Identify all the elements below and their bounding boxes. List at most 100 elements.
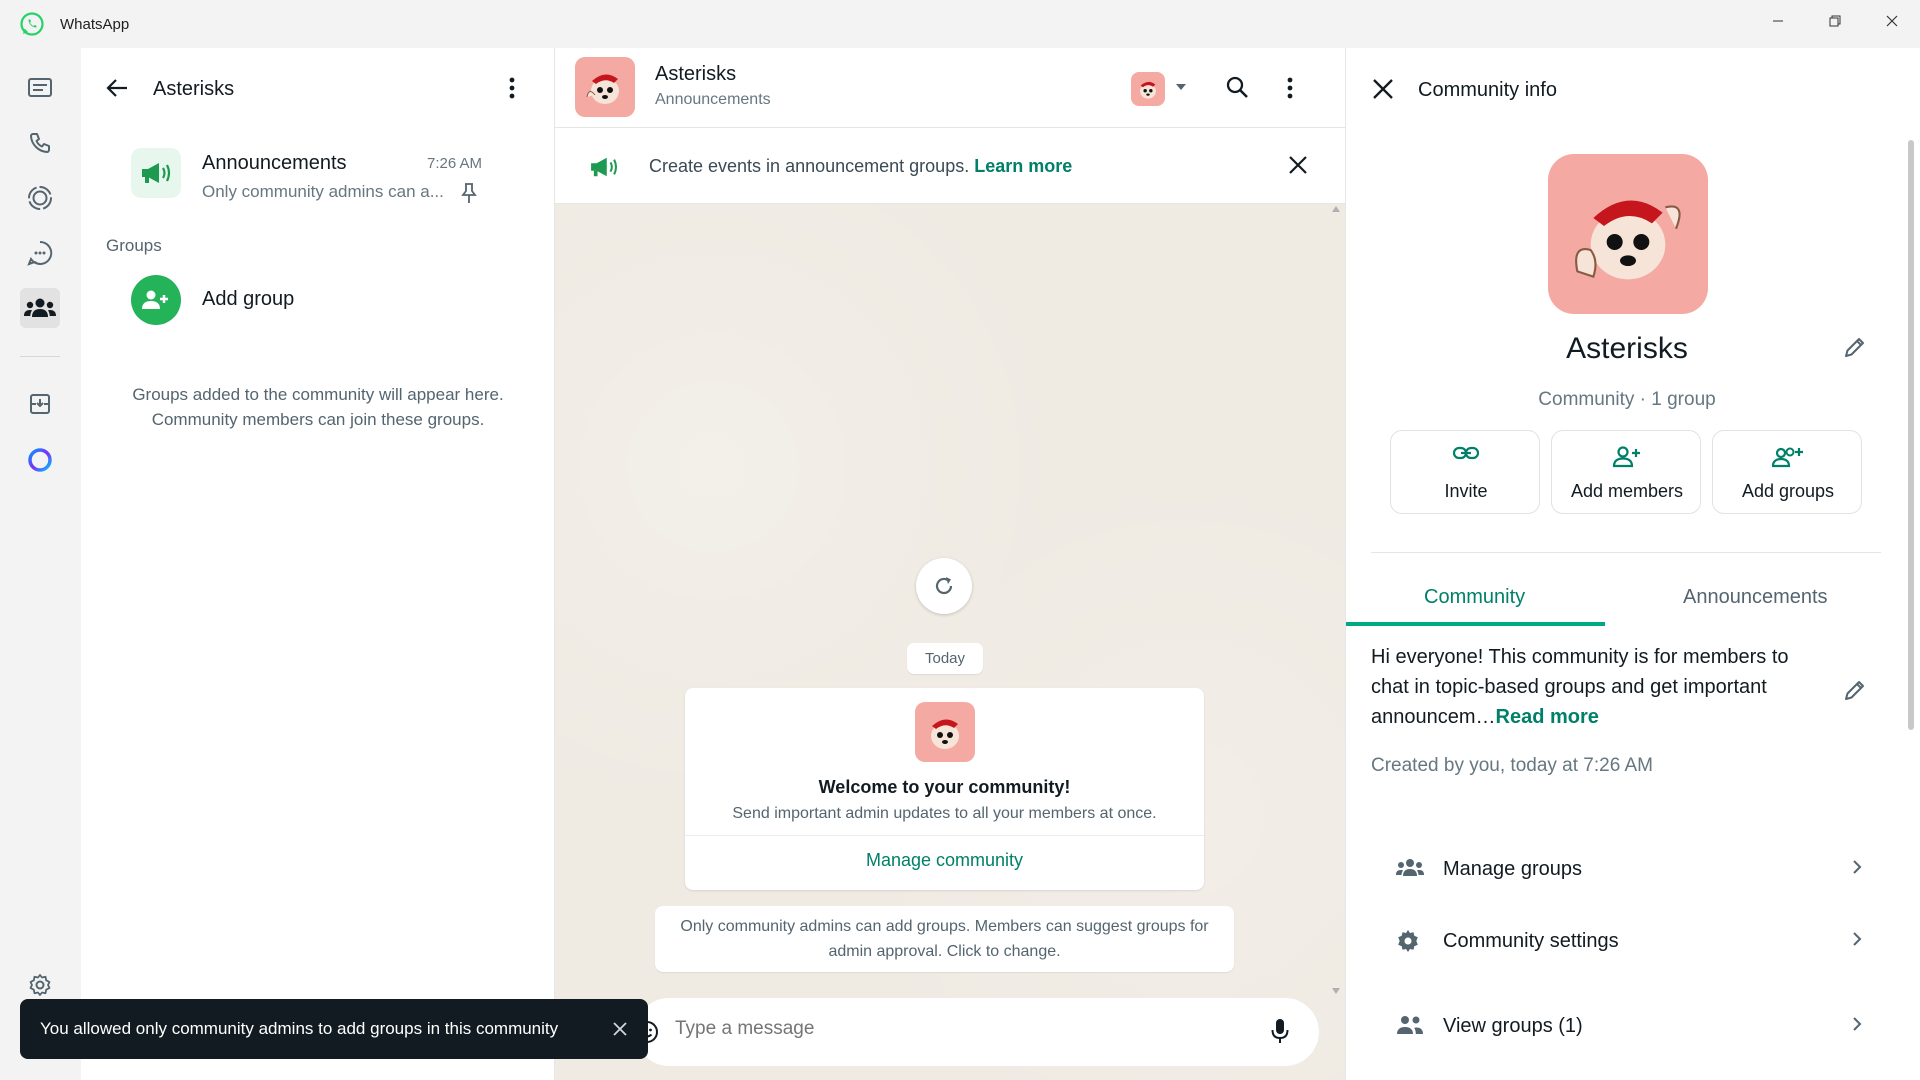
mascot-avatar-icon — [1575, 200, 1681, 280]
rail-separator — [20, 356, 60, 357]
nav-rail — [0, 48, 81, 1080]
community-description: Hi everyone! This community is for membe… — [1371, 642, 1821, 732]
scroll-down-arrow[interactable] — [1332, 988, 1340, 994]
read-more-link[interactable]: Read more — [1496, 706, 1599, 728]
groups-section-label: Groups — [106, 236, 162, 255]
groups-hint: Groups added to the community will appea… — [81, 382, 555, 432]
close-window-button[interactable] — [1863, 0, 1920, 42]
learn-more-link[interactable]: Learn more — [974, 156, 1072, 176]
more-options-icon[interactable] — [509, 76, 515, 100]
search-icon[interactable] — [1225, 75, 1249, 99]
community-settings-label: Community settings — [1443, 930, 1619, 952]
invite-button[interactable]: Invite — [1390, 430, 1540, 514]
rail-calls[interactable] — [20, 123, 60, 163]
caret-down-icon[interactable] — [1175, 83, 1187, 91]
info-panel-title: Community info — [1418, 79, 1557, 101]
add-group-label: Add group — [202, 288, 295, 310]
date-separator: Today — [907, 643, 983, 674]
chat-panel: Asterisks Announcements Create events in… — [555, 48, 1345, 1080]
minimize-button[interactable] — [1749, 0, 1806, 42]
restore-button[interactable] — [1806, 0, 1863, 42]
welcome-card: Welcome to your community! Send importan… — [685, 688, 1204, 890]
toast-text: You allowed only community admins to add… — [40, 1019, 559, 1038]
add-group-icon — [1772, 447, 1803, 468]
groups-hint-line2: Community members can join these groups. — [151, 410, 485, 429]
community-avatar[interactable] — [1548, 154, 1708, 314]
link-icon — [1452, 446, 1480, 460]
title-bar: WhatsApp — [0, 0, 1920, 48]
announcements-row[interactable]: Announcements 7:26 AM Only community adm… — [81, 140, 555, 220]
back-arrow-icon[interactable] — [105, 77, 129, 99]
rail-channels[interactable] — [20, 233, 60, 273]
window-controls — [1749, 0, 1920, 48]
community-info-panel: Community info Asterisks Community · 1 g… — [1345, 48, 1920, 1080]
scroll-up-arrow[interactable] — [1332, 206, 1340, 212]
chevron-right-icon — [1853, 860, 1862, 874]
community-title: Asterisks — [153, 78, 235, 100]
mascot-avatar-icon — [931, 719, 959, 749]
restore-icon — [1829, 15, 1840, 27]
chevron-right-icon — [1853, 1017, 1862, 1031]
add-group-avatar — [131, 275, 181, 325]
message-composer — [635, 998, 1319, 1066]
megaphone-icon — [591, 157, 618, 177]
app-title: WhatsApp — [60, 15, 130, 33]
add-group-row[interactable]: Add group — [81, 270, 555, 334]
manage-community-link[interactable]: Manage community — [685, 850, 1204, 871]
add-groups-label: Add groups — [1741, 481, 1835, 501]
system-message[interactable]: Only community admins can add groups. Me… — [655, 906, 1234, 972]
view-groups-label: View groups (1) — [1443, 1015, 1583, 1037]
mascot-avatar-icon — [1140, 81, 1156, 99]
meta-ai-icon — [28, 448, 52, 472]
community-name: Asterisks — [1566, 332, 1688, 365]
invite-label: Invite — [1444, 481, 1488, 501]
microphone-icon[interactable] — [1270, 1017, 1290, 1045]
megaphone-icon — [142, 163, 171, 183]
rail-meta-ai[interactable] — [20, 440, 60, 480]
edit-pencil-icon[interactable] — [1843, 678, 1867, 702]
welcome-avatar — [915, 702, 975, 762]
refresh-button[interactable] — [916, 558, 972, 614]
rail-chats[interactable] — [20, 68, 60, 108]
rail-archived[interactable] — [20, 384, 60, 424]
close-icon[interactable] — [1372, 78, 1394, 100]
add-members-button[interactable]: Add members — [1551, 430, 1701, 514]
announcements-avatar — [131, 148, 181, 198]
community-meta: Community · 1 group — [1538, 389, 1716, 410]
system-message-line1: Only community admins can add groups. Me… — [680, 918, 1209, 935]
info-scrollbar[interactable] — [1908, 140, 1914, 730]
info-separator — [1371, 552, 1881, 553]
close-icon[interactable] — [612, 1021, 628, 1037]
chevron-right-icon — [1853, 932, 1862, 946]
chat-title: Asterisks — [655, 63, 737, 85]
tab-community[interactable]: Community — [1424, 586, 1525, 609]
calls-icon — [30, 133, 50, 153]
toast-notification: You allowed only community admins to add… — [20, 999, 648, 1059]
community-switcher-avatar[interactable] — [1131, 72, 1165, 106]
community-settings-row[interactable]: Community settings — [1346, 911, 1908, 971]
welcome-subtitle: Send important admin updates to all your… — [732, 805, 1157, 822]
rail-communities[interactable] — [20, 288, 60, 328]
rail-status[interactable] — [20, 178, 60, 218]
chat-avatar[interactable] — [575, 57, 635, 117]
settings-icon — [29, 974, 51, 996]
message-input[interactable] — [675, 1018, 1235, 1040]
chat-menu-icon[interactable] — [1287, 76, 1293, 100]
close-icon[interactable] — [1288, 155, 1308, 175]
manage-groups-row[interactable]: Manage groups — [1346, 839, 1908, 899]
events-banner: Create events in announcement groups. Lea… — [555, 128, 1345, 204]
add-groups-button[interactable]: Add groups — [1712, 430, 1862, 514]
announcements-preview: Only community admins can a... — [202, 182, 444, 201]
chat-header[interactable]: Asterisks Announcements — [555, 48, 1345, 128]
created-info: Created by you, today at 7:26 AM — [1371, 755, 1654, 776]
tab-announcements[interactable]: Announcements — [1683, 586, 1828, 609]
announcements-title: Announcements — [202, 152, 347, 174]
view-groups-row[interactable]: View groups (1) — [1346, 996, 1908, 1056]
groups-hint-line1: Groups added to the community will appea… — [132, 385, 504, 404]
edit-pencil-icon[interactable] — [1843, 335, 1867, 359]
community-list-header: Asterisks — [81, 48, 555, 128]
gear-icon — [1398, 930, 1418, 952]
banner-text: Create events in announcement groups. Lea… — [649, 156, 1072, 177]
channels-icon — [27, 240, 53, 266]
pin-icon — [461, 183, 477, 203]
